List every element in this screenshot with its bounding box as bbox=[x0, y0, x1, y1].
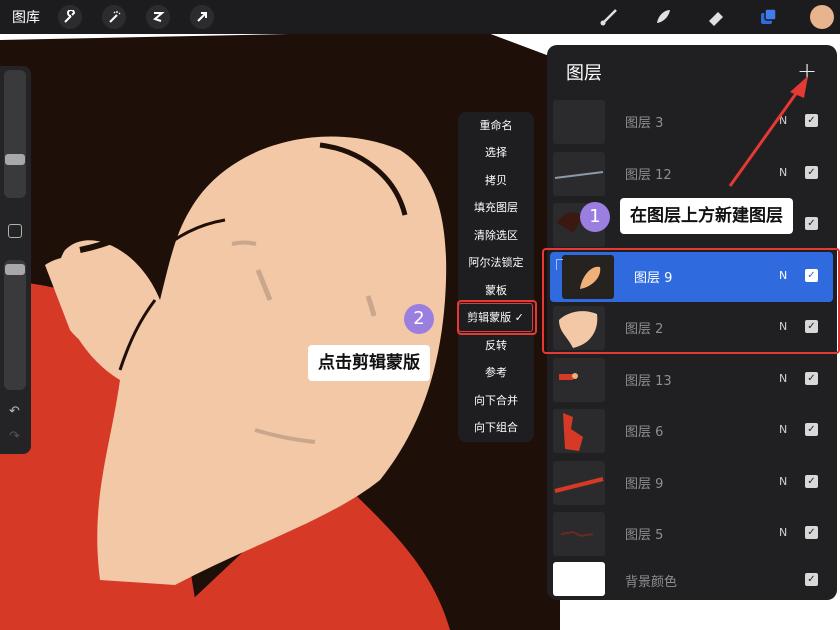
layer-thumbnail bbox=[553, 100, 605, 144]
blend-mode[interactable]: N bbox=[779, 475, 787, 488]
slider-handle[interactable] bbox=[5, 264, 25, 275]
menu-item-rename[interactable]: 重命名 bbox=[458, 112, 534, 139]
layer-row[interactable]: 图层 9 N ✓ bbox=[553, 458, 837, 508]
eraser-icon[interactable] bbox=[704, 5, 728, 29]
visibility-checkbox[interactable]: ✓ bbox=[805, 217, 818, 230]
layer-thumbnail bbox=[553, 562, 605, 596]
layer-name: 图层 5 bbox=[625, 528, 664, 543]
menu-item-copy[interactable]: 拷贝 bbox=[458, 167, 534, 194]
left-sidebar: ↶ ↷ bbox=[0, 66, 31, 454]
slider-handle[interactable] bbox=[5, 154, 25, 165]
brush-size-slider[interactable] bbox=[4, 70, 26, 198]
gallery-button[interactable]: 图库 bbox=[12, 7, 40, 27]
layer-thumbnail bbox=[553, 461, 605, 505]
highlight-box-layers bbox=[542, 248, 840, 354]
visibility-checkbox[interactable]: ✓ bbox=[805, 114, 818, 127]
visibility-checkbox[interactable]: ✓ bbox=[805, 372, 818, 385]
layer-name: 图层 13 bbox=[625, 374, 672, 389]
visibility-checkbox[interactable]: ✓ bbox=[805, 475, 818, 488]
blend-mode[interactable]: N bbox=[779, 372, 787, 385]
layer-options-menu: 重命名 选择 拷贝 填充图层 清除选区 阿尔法锁定 蒙板 剪辑蒙版 ✓ 反转 参… bbox=[458, 112, 534, 442]
layer-name: 图层 6 bbox=[625, 425, 664, 440]
layer-row-background[interactable]: 背景颜色 ✓ bbox=[553, 556, 837, 606]
layer-row[interactable]: 图层 5 N ✓ bbox=[553, 509, 837, 559]
menu-item-group-down[interactable]: 向下组合 bbox=[458, 414, 534, 441]
callout-step2: 点击剪辑蒙版 bbox=[308, 345, 430, 381]
layer-name: 图层 9 bbox=[625, 477, 664, 492]
blend-mode[interactable]: N bbox=[779, 423, 787, 436]
opacity-slider[interactable] bbox=[4, 260, 26, 390]
step-number-1: 1 bbox=[580, 202, 610, 232]
color-swatch[interactable] bbox=[810, 5, 834, 29]
layer-name: 背景颜色 bbox=[625, 575, 678, 590]
layer-row[interactable]: 图层 6 N ✓ bbox=[553, 406, 837, 456]
visibility-checkbox[interactable]: ✓ bbox=[805, 423, 818, 436]
menu-item-select[interactable]: 选择 bbox=[458, 139, 534, 166]
add-layer-button[interactable]: + bbox=[797, 57, 817, 85]
layer-row[interactable]: 图层 12 N ✓ bbox=[553, 149, 837, 199]
layer-row[interactable]: 图层 3 N ✓ bbox=[553, 97, 837, 147]
menu-item-invert[interactable]: 反转 bbox=[458, 332, 534, 359]
menu-item-alpha-lock[interactable]: 阿尔法锁定 bbox=[458, 249, 534, 276]
menu-item-merge-down[interactable]: 向下合并 bbox=[458, 387, 534, 414]
callout-step1: 在图层上方新建图层 bbox=[620, 198, 793, 234]
layer-thumbnail bbox=[553, 512, 605, 556]
layer-thumbnail bbox=[553, 409, 605, 453]
layer-thumbnail bbox=[553, 152, 605, 196]
layer-thumbnail bbox=[553, 358, 605, 402]
visibility-checkbox[interactable]: ✓ bbox=[805, 166, 818, 179]
highlight-box-menu bbox=[457, 300, 537, 335]
wrench-icon[interactable] bbox=[58, 5, 82, 29]
blend-mode[interactable]: N bbox=[779, 114, 787, 127]
brush-icon[interactable] bbox=[597, 5, 621, 29]
smudge-icon[interactable] bbox=[651, 5, 675, 29]
blend-mode[interactable]: N bbox=[779, 526, 787, 539]
layer-name: 图层 12 bbox=[625, 168, 672, 183]
magic-wand-icon[interactable] bbox=[102, 5, 126, 29]
undo-icon[interactable]: ↶ bbox=[9, 404, 20, 419]
blend-mode[interactable]: N bbox=[779, 166, 787, 179]
menu-item-clear[interactable]: 清除选区 bbox=[458, 222, 534, 249]
visibility-checkbox[interactable]: ✓ bbox=[805, 526, 818, 539]
menu-item-reference[interactable]: 参考 bbox=[458, 359, 534, 386]
layers-icon[interactable] bbox=[757, 5, 781, 29]
panel-title: 图层 bbox=[566, 63, 602, 84]
transform-arrow-icon[interactable] bbox=[190, 5, 214, 29]
modify-button[interactable] bbox=[8, 224, 22, 238]
layer-row[interactable]: 图层 13 N ✓ bbox=[553, 355, 837, 405]
menu-item-fill-layer[interactable]: 填充图层 bbox=[458, 194, 534, 221]
visibility-checkbox[interactable]: ✓ bbox=[805, 573, 818, 586]
layer-name: 图层 3 bbox=[625, 116, 664, 131]
selection-icon[interactable] bbox=[146, 5, 170, 29]
redo-icon[interactable]: ↷ bbox=[9, 429, 20, 444]
step-number-2: 2 bbox=[404, 304, 434, 334]
